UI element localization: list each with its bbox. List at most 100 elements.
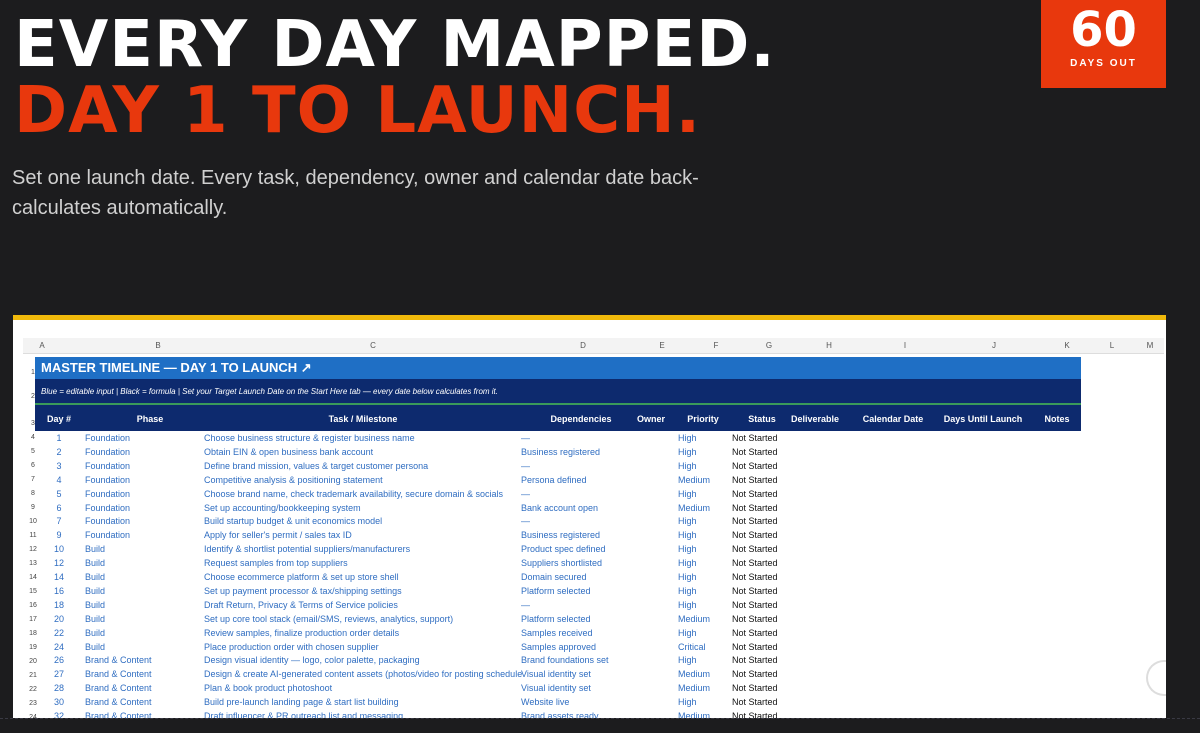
table-cell: Not Started	[732, 641, 778, 652]
table-cell: High	[678, 599, 697, 610]
column-letter: F	[713, 341, 719, 350]
table-cell: Brand & Content	[85, 669, 152, 680]
table-cell: —	[521, 516, 530, 527]
table-cell: Suppliers shortlisted	[521, 558, 603, 569]
table-row[interactable]: 24 Build Place production order with chose…	[35, 640, 1155, 654]
table-header-cell: Status	[748, 414, 776, 424]
table-cell: Not Started	[732, 516, 778, 527]
table-cell: Foundation	[85, 446, 131, 457]
table-cell: Build	[85, 544, 106, 555]
table-row[interactable]: 2 Foundation Obtain EIN & open business ba…	[35, 445, 1155, 459]
table-row[interactable]: 28 Brand & Content Plan & book product pho…	[35, 681, 1155, 695]
table-row[interactable]: 1 Foundation Choose business structure & r…	[35, 431, 1155, 445]
table-cell: High	[678, 516, 697, 527]
column-letter: E	[659, 341, 665, 350]
table-cell: 6	[56, 502, 62, 513]
table-cell: Choose ecommerce platform & set up store…	[204, 572, 399, 582]
table-cell: High	[678, 697, 697, 708]
table-cell: Domain secured	[521, 572, 587, 582]
column-header-row: A B C D E F G H I J K L M	[23, 338, 1164, 354]
table-cell: 1	[56, 433, 62, 443]
table-cell: 18	[53, 599, 64, 610]
table-cell: Build startup budget & unit economics mo…	[204, 516, 383, 527]
column-letter: J	[992, 341, 996, 350]
table-row[interactable]: 12 Build Request samples from top supplier…	[35, 556, 1155, 570]
table-cell: Not Started	[732, 655, 778, 666]
sheet-note-bar: Blue = editable input | Black = formula …	[35, 379, 1081, 405]
table-header-cell: Task / Milestone	[328, 414, 398, 424]
bottom-strip	[0, 718, 1200, 733]
table-cell: —	[521, 433, 530, 443]
table-cell: Not Started	[732, 613, 778, 624]
table-cell: Plan & book product photoshoot	[204, 683, 333, 694]
table-cell: High	[678, 488, 697, 499]
table-cell: Medium	[678, 669, 711, 680]
table-header-row: Day # Phase Task / Milestone Dependencies Ow…	[35, 405, 1081, 431]
table-row[interactable]: 6 Foundation Set up accounting/bookkeeping…	[35, 501, 1155, 515]
table-cell: High	[678, 572, 697, 582]
table-cell: Not Started	[732, 669, 778, 680]
table-row[interactable]: 22 Build Review samples, finalize producti…	[35, 626, 1155, 640]
table-cell: Apply for seller's permit / sales tax ID	[204, 530, 352, 541]
days-out-badge: 60 DAYS OUT	[1041, 0, 1166, 88]
table-cell: 9	[56, 530, 62, 541]
column-letter: D	[580, 341, 586, 350]
table-row[interactable]: 5 Foundation Choose brand name, check trad…	[35, 487, 1155, 501]
table-row[interactable]: 14 Build Choose ecommerce platform & set u…	[35, 570, 1155, 584]
table-cell: 12	[53, 558, 64, 569]
table-row[interactable]: 4 Foundation Competitive analysis & positi…	[35, 473, 1155, 487]
table-row[interactable]: 32 Brand & Content Draft influencer & PR o…	[35, 709, 1155, 718]
table-cell: Draft Return, Privacy & Terms of Service…	[204, 599, 398, 610]
table-cell: Critical	[678, 641, 706, 652]
table-cell: Foundation	[85, 460, 131, 471]
table-cell: Design & create AI-generated content ass…	[204, 669, 522, 680]
table-cell: 7	[56, 516, 62, 527]
table-cell: High	[678, 530, 697, 541]
table-header-cell: Phase	[136, 414, 164, 424]
table-cell: Build	[85, 613, 106, 624]
table-header-cell: Day #	[46, 414, 72, 424]
badge-number: 60	[1070, 2, 1137, 58]
table-cell: Business registered	[521, 446, 601, 457]
table-cell: Review samples, finalize production orde…	[204, 627, 400, 638]
table-cell: Obtain EIN & open business bank account	[204, 446, 374, 457]
table-cell: Not Started	[732, 488, 778, 499]
table-cell: Set up core tool stack (email/SMS, revie…	[204, 613, 454, 624]
table-cell: Not Started	[732, 711, 778, 718]
table-cell: Product spec defined	[521, 544, 606, 555]
table-cell: Foundation	[85, 474, 131, 485]
table-cell: High	[678, 627, 697, 638]
table-cell: Build	[85, 585, 106, 596]
table-cell: 30	[53, 697, 64, 708]
table-cell: 28	[53, 683, 64, 694]
table-row[interactable]: 18 Build Draft Return, Privacy & Terms of …	[35, 598, 1155, 612]
table-cell: Brand & Content	[85, 655, 152, 666]
table-cell: Set up payment processor & tax/shipping …	[204, 585, 402, 596]
table-cell: Not Started	[732, 544, 778, 555]
table-header-cell: Deliverable	[790, 414, 840, 424]
table-row[interactable]: 3 Foundation Define brand mission, values …	[35, 459, 1155, 473]
table-cell: High	[678, 558, 697, 569]
table-cell: Visual identity set	[521, 669, 591, 680]
table-row[interactable]: 10 Build Identify & shortlist potential su…	[35, 542, 1155, 556]
table-row[interactable]: 9 Foundation Apply for seller's permit / s…	[35, 528, 1155, 542]
headline-line-1: EVERY DAY MAPPED.	[14, 8, 776, 82]
table-cell: High	[678, 585, 697, 596]
table-row[interactable]: 26 Brand & Content Design visual identity …	[35, 653, 1155, 667]
table-cell: Build	[85, 599, 106, 610]
table-row[interactable]: 27 Brand & Content Design & create AI-gene…	[35, 667, 1155, 681]
table-header-cell: Calendar Date	[862, 414, 924, 424]
column-letter: B	[155, 341, 161, 350]
table-header-cell: Notes	[1044, 414, 1070, 424]
table-cell: Not Started	[732, 558, 778, 569]
table-cell: 3	[56, 460, 62, 471]
column-letter: I	[903, 341, 907, 350]
table-row[interactable]: 7 Foundation Build startup budget & unit e…	[35, 514, 1155, 528]
table-row[interactable]: 20 Build Set up core tool stack (email/SMS…	[35, 612, 1155, 626]
table-cell: High	[678, 433, 697, 443]
table-cell: Foundation	[85, 488, 131, 499]
table-row[interactable]: 16 Build Set up payment processor & tax/sh…	[35, 584, 1155, 598]
table-row[interactable]: 30 Brand & Content Build pre-launch landin…	[35, 695, 1155, 709]
table-cell: Not Started	[732, 627, 778, 638]
table-cell: Not Started	[732, 697, 778, 708]
